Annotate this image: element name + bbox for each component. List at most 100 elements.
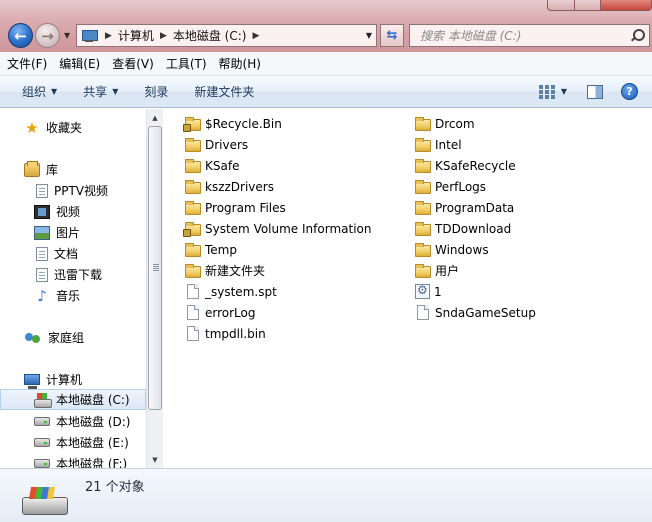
file-name: 1	[434, 284, 442, 299]
search-icon[interactable]	[630, 29, 645, 42]
list-item[interactable]: Temp	[185, 239, 237, 260]
list-item[interactable]: tmpdll.bin	[185, 323, 266, 344]
sidebar-item-xunlei-downloads[interactable]: 迅雷下载	[0, 264, 146, 285]
sidebar-item-pictures[interactable]: 图片	[0, 222, 146, 243]
new-folder-button[interactable]: 新建文件夹	[194, 83, 254, 100]
sidebar-item-pptv-video[interactable]: PPTV视频	[0, 180, 146, 201]
sidebar-item-libraries[interactable]: 库	[0, 159, 146, 180]
file-name: ProgramData	[435, 200, 515, 215]
list-item[interactable]: PerfLogs	[415, 176, 486, 197]
list-item[interactable]: SndaGameSetup	[415, 302, 536, 323]
forward-button[interactable]: →	[35, 23, 60, 48]
menu-help[interactable]: 帮助(H)	[219, 55, 261, 72]
folder-icon	[415, 137, 431, 152]
computer-icon	[81, 29, 99, 43]
close-button[interactable]	[600, 0, 652, 11]
scrollbar-thumb[interactable]	[148, 126, 162, 410]
scroll-down-icon[interactable]: ▼	[147, 451, 163, 468]
file-name: $Recycle.Bin	[205, 116, 282, 131]
list-item[interactable]: Program Files	[185, 197, 286, 218]
help-icon[interactable]: ?	[621, 83, 638, 100]
breadcrumb-separator-icon[interactable]: ▶	[105, 31, 112, 41]
list-item[interactable]: TDDownload	[415, 218, 511, 239]
view-options-dropdown[interactable]: ▼	[561, 87, 567, 96]
back-button[interactable]: ←	[8, 23, 33, 48]
sidebar-item-label: 本地磁盘 (F:)	[56, 457, 128, 468]
share-button[interactable]: 共享 ▼	[83, 83, 118, 100]
menu-file[interactable]: 文件(F)	[7, 55, 47, 72]
sidebar-item-favorites[interactable]: ★ 收藏夹	[0, 117, 146, 138]
recent-pages-dropdown[interactable]: ▼	[64, 31, 73, 40]
file-name: 新建文件夹	[205, 264, 266, 278]
file-icon	[187, 284, 199, 299]
list-item[interactable]: Windows	[415, 239, 489, 260]
folder-icon	[415, 263, 431, 278]
document-library-icon	[36, 183, 48, 198]
sidebar-item-drive-d[interactable]: 本地磁盘 (D:)	[0, 411, 146, 432]
breadcrumb-separator-icon[interactable]: ▶	[252, 31, 259, 41]
preview-pane-icon[interactable]	[587, 84, 603, 99]
item-count: 21 个对象	[85, 480, 145, 495]
sidebar-item-label: 图片	[56, 226, 81, 240]
breadcrumb-separator-icon[interactable]: ▶	[160, 31, 167, 41]
list-item[interactable]: System Volume Information	[183, 218, 371, 239]
grip-icon	[153, 264, 159, 271]
library-icon	[24, 160, 40, 177]
sidebar-item-label: 收藏夹	[46, 121, 83, 135]
list-item[interactable]: Drivers	[185, 134, 248, 155]
menu-edit[interactable]: 编辑(E)	[59, 55, 100, 72]
document-library-icon	[36, 267, 48, 282]
breadcrumb-local-disk-c[interactable]: 本地磁盘 (C:)	[173, 27, 247, 44]
hard-drive-icon	[34, 417, 50, 426]
refresh-button[interactable]: ⇆	[380, 24, 404, 47]
sidebar-item-music[interactable]: ♪ 音乐	[0, 285, 146, 306]
sidebar-item-drive-c[interactable]: 本地磁盘 (C:)	[0, 389, 146, 410]
list-item[interactable]: _system.spt	[185, 281, 277, 302]
sidebar-item-videos[interactable]: 视频	[0, 201, 146, 222]
list-item[interactable]: 新建文件夹	[185, 260, 265, 281]
video-library-icon	[34, 204, 50, 219]
breadcrumb-computer[interactable]: 计算机	[118, 27, 154, 44]
sidebar-item-label: 本地磁盘 (C:)	[56, 393, 130, 407]
file-name: Windows	[435, 242, 489, 257]
file-icon	[417, 305, 429, 320]
minimize-button[interactable]	[547, 0, 575, 11]
organize-button[interactable]: 组织 ▼	[22, 83, 57, 100]
burn-button[interactable]: 刻录	[144, 83, 168, 100]
list-item[interactable]: $Recycle.Bin	[183, 113, 282, 134]
navigation-scrollbar[interactable]: ▲ ▼	[146, 109, 163, 468]
sidebar-item-drive-f[interactable]: 本地磁盘 (F:)	[0, 453, 146, 468]
folder-icon	[415, 158, 431, 173]
file-list: $Recycle.Bin Drivers KSafe kszzDrivers P…	[163, 109, 652, 468]
search-input[interactable]	[410, 25, 625, 46]
list-item[interactable]: KSafeRecycle	[415, 155, 516, 176]
menu-view[interactable]: 查看(V)	[112, 55, 154, 72]
folder-icon	[415, 221, 431, 236]
list-item[interactable]: Drcom	[415, 113, 475, 134]
file-name: Intel	[435, 137, 462, 152]
folder-icon	[185, 158, 201, 173]
sidebar-item-label: 文档	[54, 247, 79, 261]
folder-icon	[185, 242, 201, 257]
sidebar-item-homegroup[interactable]: 家庭组	[0, 327, 146, 348]
file-name: errorLog	[205, 305, 256, 320]
arrow-right-icon: →	[41, 26, 54, 45]
address-dropdown-icon[interactable]: ▼	[366, 31, 372, 40]
sidebar-item-drive-e[interactable]: 本地磁盘 (E:)	[0, 432, 146, 453]
list-item[interactable]: KSafe	[185, 155, 239, 176]
maximize-button[interactable]	[574, 0, 601, 11]
list-item[interactable]: errorLog	[185, 302, 255, 323]
change-view-icon[interactable]	[538, 84, 555, 99]
list-item[interactable]: kszzDrivers	[185, 176, 274, 197]
sidebar-item-computer[interactable]: 计算机	[0, 369, 146, 390]
menu-tools[interactable]: 工具(T)	[166, 55, 207, 72]
list-item[interactable]: 用户	[415, 260, 459, 281]
search-box[interactable]	[409, 24, 650, 47]
scroll-up-icon[interactable]: ▲	[147, 109, 163, 126]
list-item[interactable]: 1	[415, 281, 442, 302]
sidebar-item-documents[interactable]: 文档	[0, 243, 146, 264]
list-item[interactable]: ProgramData	[415, 197, 514, 218]
folder-icon	[185, 263, 201, 278]
address-bar[interactable]: ▶ 计算机 ▶ 本地磁盘 (C:) ▶ ▼	[76, 24, 377, 47]
list-item[interactable]: Intel	[415, 134, 462, 155]
